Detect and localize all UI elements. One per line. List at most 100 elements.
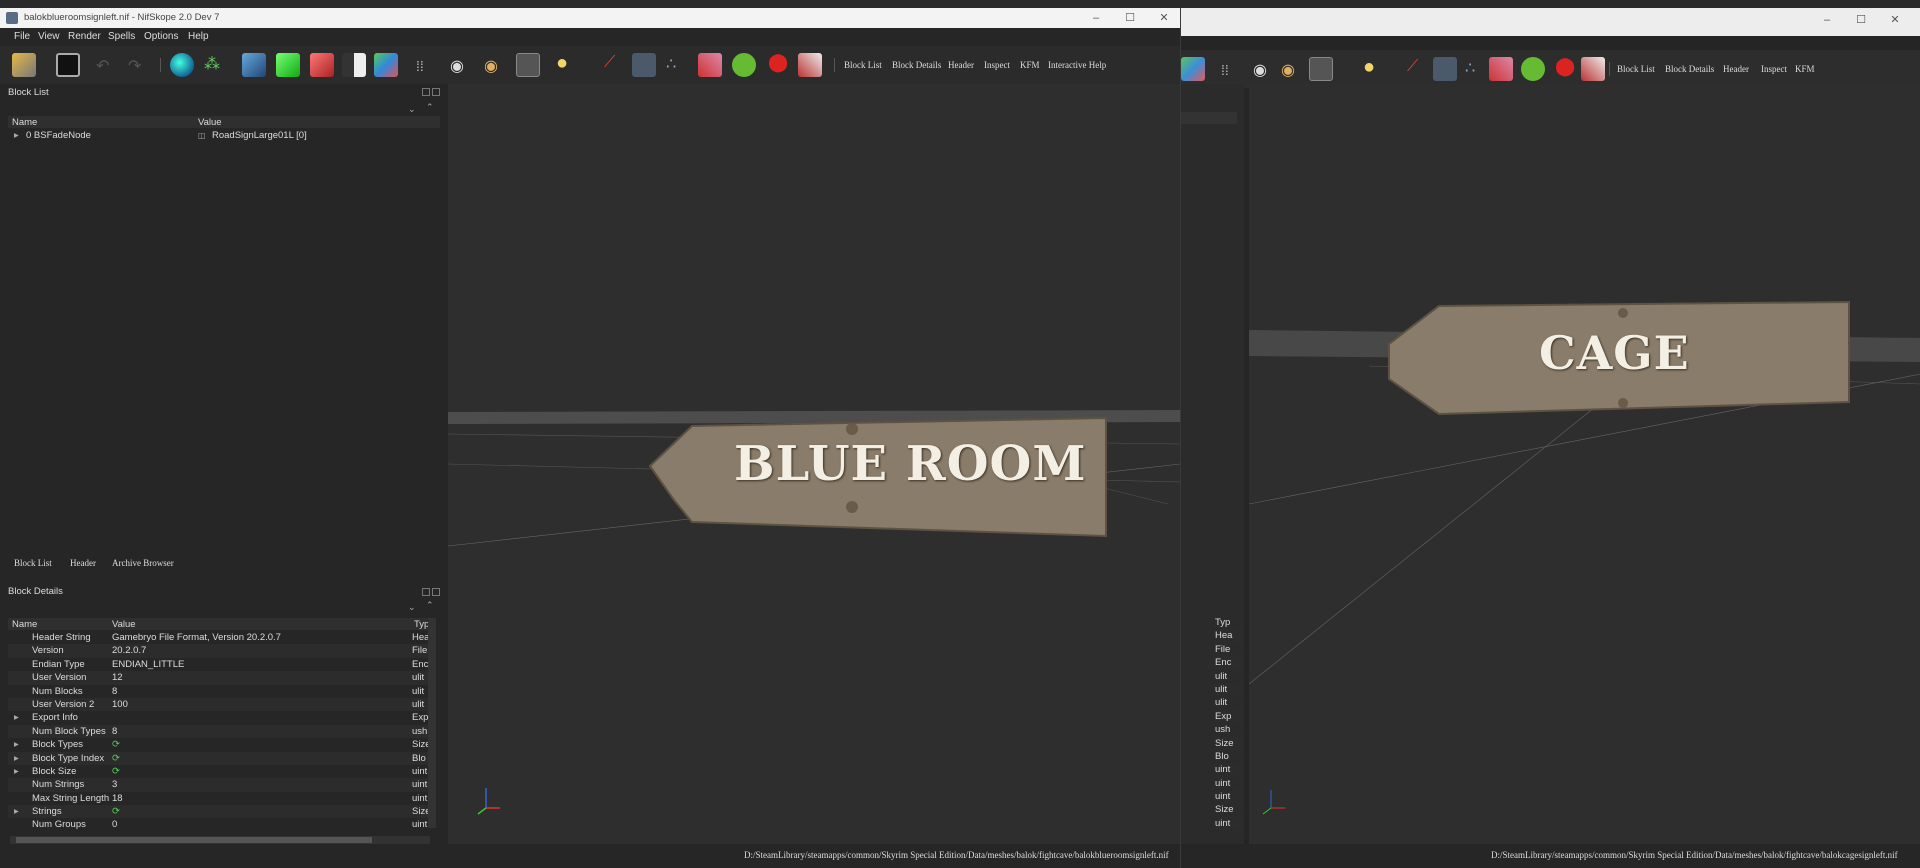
back-link-block-list[interactable]: Block List (1617, 64, 1655, 74)
redo-icon[interactable]: ↷ (128, 56, 141, 76)
expand-arrow-icon[interactable]: ▸ (14, 765, 19, 778)
field-value[interactable]: 20.2.0.7 (112, 644, 146, 657)
menu-view[interactable]: View (38, 31, 60, 42)
back-viewport[interactable]: CAGE (1249, 84, 1920, 854)
field-value[interactable]: 12 (112, 671, 123, 684)
link-kfm[interactable]: KFM (1020, 60, 1040, 70)
collision-icon[interactable] (1521, 57, 1545, 81)
back-link-header[interactable]: Header (1723, 64, 1749, 74)
menu-render[interactable]: Render (68, 31, 101, 42)
screenshot-icon[interactable] (516, 53, 540, 77)
link-inspect[interactable]: Inspect (984, 60, 1010, 70)
details-row[interactable]: ▸ Block Size ⟳ uint (8, 765, 428, 778)
nodes-icon[interactable]: ∴ (1465, 58, 1475, 78)
field-value[interactable]: 18 (112, 792, 123, 805)
menu-options[interactable]: Options (144, 31, 178, 42)
render-viewport[interactable]: BLUE ROOM (448, 84, 1180, 854)
back-minimize-button[interactable]: – (1813, 12, 1841, 28)
camera-icon[interactable] (1309, 57, 1333, 81)
tree-row[interactable]: ▸ 0 BSFadeNode ◫ RoadSignLarge01L [0] (8, 129, 440, 142)
menu-spells[interactable]: Spells (108, 31, 135, 42)
details-row[interactable]: ▸ Block Type Index ⟳ Blo (8, 751, 428, 765)
link-block-list[interactable]: Block List (844, 60, 882, 70)
details-row[interactable]: Num Strings 3 uint (8, 778, 428, 792)
details-row[interactable]: Max String Length 18 uint (8, 792, 428, 805)
view-side-icon[interactable] (310, 53, 334, 77)
link-block-details[interactable]: Block Details (892, 60, 941, 70)
back-maximize-button[interactable]: ☐ (1847, 12, 1875, 28)
array-spinner-icon[interactable]: ⟳ (112, 765, 120, 778)
axes-icon[interactable] (1433, 57, 1457, 81)
expand-arrow-icon[interactable]: ▸ (14, 805, 19, 818)
view-user-icon[interactable] (374, 53, 398, 77)
expand-icon[interactable]: ⌃ (426, 102, 434, 113)
link-interactive-help[interactable]: Interactive Help (1048, 60, 1106, 70)
horizontal-scrollbar[interactable] (10, 836, 430, 844)
array-spinner-icon[interactable]: ⟳ (112, 752, 120, 765)
tab-archive-browser[interactable]: Archive Browser (112, 558, 174, 568)
eye-icon[interactable]: ◉ (450, 56, 464, 76)
pin-icon[interactable]: ⟋ (604, 54, 615, 72)
float-panel-button[interactable] (422, 88, 430, 96)
constraint-icon[interactable] (798, 53, 822, 77)
back-link-inspect[interactable]: Inspect (1761, 64, 1787, 74)
marker-icon[interactable]: ⬤ (1555, 56, 1575, 77)
scroll-thumb[interactable] (16, 837, 372, 843)
tab-header[interactable]: Header (70, 558, 96, 568)
footprints-icon[interactable]: ⁞⁞ (1221, 62, 1229, 78)
details-row[interactable]: ▸ Block Types ⟳ Size (8, 738, 430, 751)
vertical-scrollbar[interactable] (428, 618, 436, 828)
undo-icon[interactable]: ↶ (96, 56, 109, 76)
collapse-icon[interactable]: ⌄ (408, 104, 416, 115)
eye-pencil-icon[interactable]: ◉ (484, 56, 498, 76)
view-top-icon[interactable] (242, 53, 266, 77)
array-spinner-icon[interactable]: ⟳ (112, 738, 120, 751)
float-panel-button[interactable] (422, 588, 430, 596)
details-row[interactable]: Version 20.2.0.7 File (8, 644, 428, 658)
pin-icon[interactable]: ⟋ (1407, 58, 1418, 76)
details-row[interactable]: ▸ Strings ⟳ Size (8, 805, 430, 819)
array-spinner-icon[interactable]: ⟳ (112, 805, 120, 818)
view-front-icon[interactable] (276, 53, 300, 77)
back-link-kfm[interactable]: KFM (1795, 64, 1815, 74)
select-object-icon[interactable] (170, 53, 194, 77)
details-row[interactable]: ▸ Export Info Exp (8, 711, 428, 724)
field-value[interactable]: 3 (112, 778, 117, 791)
menu-file[interactable]: File (14, 31, 30, 42)
column-name[interactable]: Name (12, 619, 37, 630)
expand-arrow-icon[interactable]: ▸ (14, 129, 19, 142)
back-close-button[interactable]: ✕ (1881, 12, 1909, 28)
tab-block-list[interactable]: Block List (14, 558, 52, 568)
axes-icon[interactable] (632, 53, 656, 77)
details-row[interactable]: Num Blocks 8 ulit (8, 685, 428, 698)
select-vertex-icon[interactable]: ⁂ (204, 54, 220, 74)
eye-pencil-icon[interactable]: ◉ (1281, 60, 1295, 80)
close-panel-button[interactable] (432, 588, 440, 596)
close-panel-button[interactable] (432, 88, 440, 96)
details-row[interactable]: User Version 12 ulit (8, 671, 428, 685)
maximize-button[interactable]: ☐ (1116, 10, 1144, 26)
collision-icon[interactable] (732, 53, 756, 77)
save-icon[interactable] (56, 53, 80, 77)
field-value[interactable]: ENDIAN_LITTLE (112, 658, 184, 671)
load-icon[interactable] (12, 53, 36, 77)
column-value[interactable]: Value (112, 619, 136, 630)
nodes-icon[interactable]: ∴ (666, 54, 676, 74)
view-flip-icon[interactable] (342, 53, 366, 77)
column-name[interactable]: Name (12, 117, 37, 128)
collapse-icon[interactable]: ⌄ (408, 602, 416, 613)
expand-arrow-icon[interactable]: ▸ (14, 711, 19, 724)
details-row[interactable]: User Version 2 100 ulit (8, 697, 428, 712)
field-value[interactable]: Gamebryo File Format, Version 20.2.0.7 (112, 631, 281, 644)
field-value[interactable]: 0 (112, 818, 117, 831)
back-link-block-details[interactable]: Block Details (1665, 64, 1714, 74)
expand-icon[interactable]: ⌃ (426, 600, 434, 611)
details-row[interactable]: Num Groups 0 uint (8, 818, 428, 831)
close-button[interactable]: ✕ (1150, 10, 1178, 26)
texture-icon[interactable] (698, 53, 722, 77)
texture-icon[interactable] (1489, 57, 1513, 81)
lightbulb-icon[interactable]: ● (1363, 56, 1375, 79)
walk-icon[interactable]: ⁞⁞ (416, 58, 424, 74)
expand-arrow-icon[interactable]: ▸ (14, 752, 19, 765)
column-value[interactable]: Value (198, 117, 222, 128)
